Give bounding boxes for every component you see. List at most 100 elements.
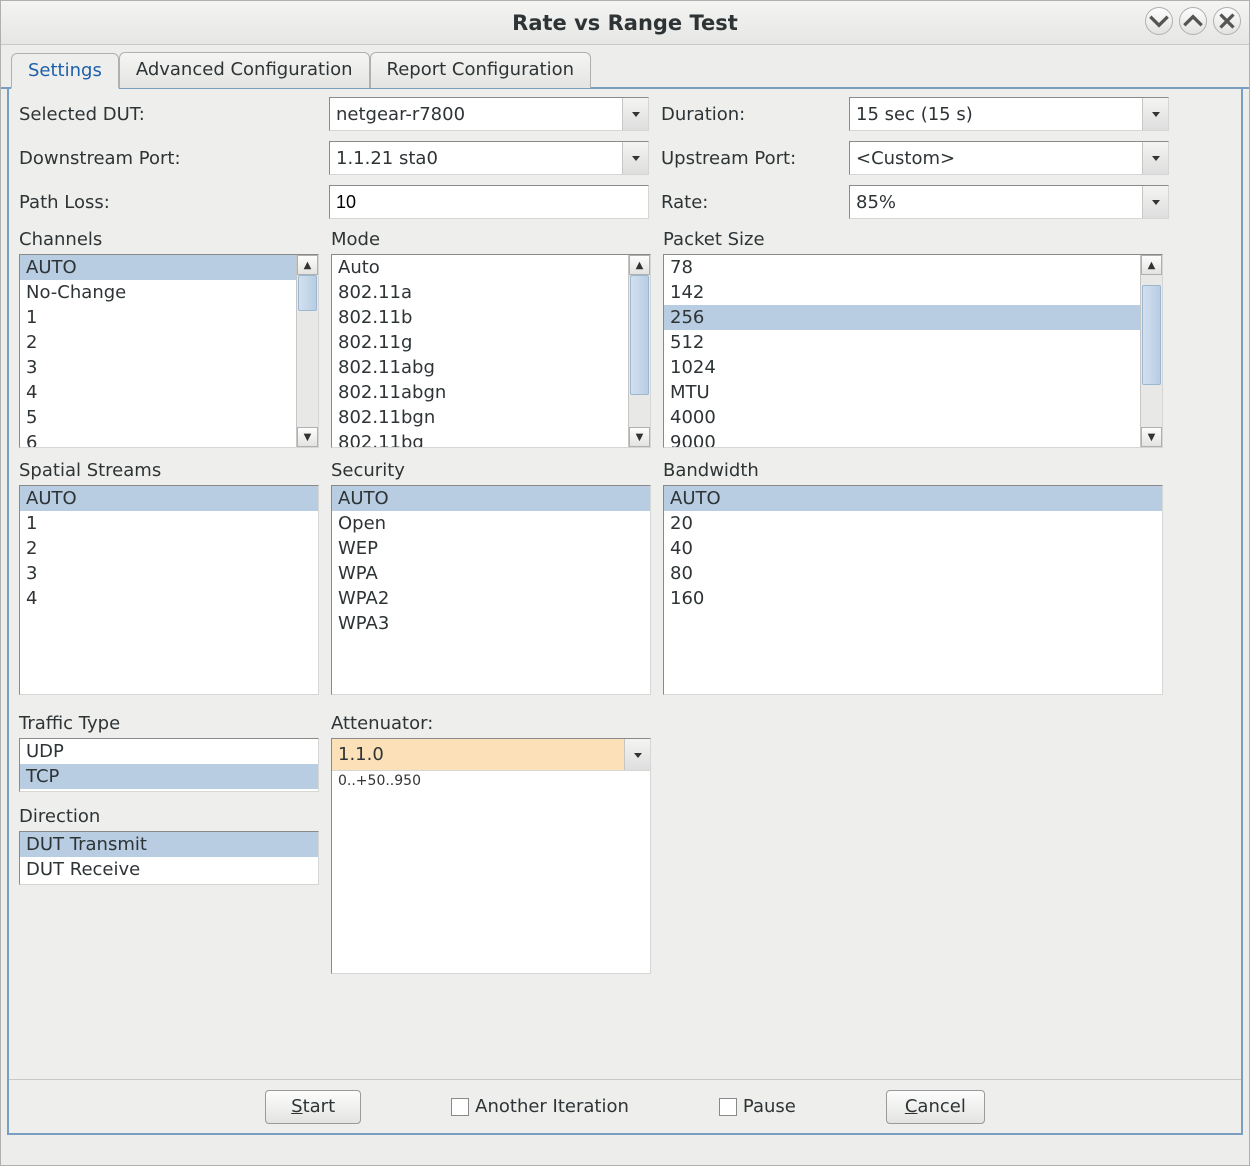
duration-value: 15 sec (15 s) [850,104,1142,125]
list-item[interactable]: 40 [664,536,1162,561]
security-label: Security [331,460,651,481]
scroll-up-icon[interactable]: ▲ [297,255,318,275]
scroll-down-icon[interactable]: ▼ [629,427,650,447]
list-item[interactable]: 160 [664,586,1162,611]
scroll-up-icon[interactable]: ▲ [629,255,650,275]
scrollbar[interactable]: ▲ ▼ [296,255,318,447]
pause-label: Pause [743,1096,796,1117]
downstream-port-label: Downstream Port: [19,148,329,169]
list-item[interactable]: DUT Receive [20,857,318,882]
path-loss-input[interactable] [329,185,649,219]
list-item[interactable]: 1 [20,305,318,330]
bandwidth-listbox[interactable]: AUTO204080160 [663,485,1163,695]
list-item[interactable]: 9000 [664,430,1162,448]
tabs: Settings Advanced Configuration Report C… [1,45,1249,89]
rate-label: Rate: [649,192,849,213]
list-item[interactable]: 512 [664,330,1162,355]
list-item[interactable]: MTU [664,380,1162,405]
list-item[interactable]: 5 [20,405,318,430]
window-buttons [1145,7,1241,35]
list-item[interactable]: 802.11abgn [332,380,650,405]
attenuator-combo[interactable]: 1.1.0 [332,739,650,771]
list-item[interactable]: WEP [332,536,650,561]
cancel-button[interactable]: Cancel [886,1090,985,1124]
list-item[interactable]: DUT Transmit [20,832,318,857]
list-item[interactable]: AUTO [20,486,318,511]
downstream-port-value: 1.1.21 sta0 [330,148,622,169]
list-item[interactable]: UDP [20,739,318,764]
form-grid: Selected DUT: netgear-r7800 Duration: 15… [19,97,1231,219]
list-item[interactable]: 802.11g [332,330,650,355]
list-item[interactable]: 802.11bg [332,430,650,448]
security-listbox[interactable]: AUTOOpenWEPWPAWPA2WPA3 [331,485,651,695]
selected-dut-combo[interactable]: netgear-r7800 [329,97,649,131]
path-loss-field[interactable] [330,186,648,218]
rate-combo[interactable]: 85% [849,185,1169,219]
list-item[interactable]: 20 [664,511,1162,536]
tab-report-configuration[interactable]: Report Configuration [370,52,591,88]
list-item[interactable]: No-Change [20,280,318,305]
upstream-port-label: Upstream Port: [649,148,849,169]
downstream-port-combo[interactable]: 1.1.21 sta0 [329,141,649,175]
footer: Start Another Iteration Pause Cancel [9,1079,1241,1133]
list-item[interactable]: AUTO [20,255,318,280]
list-item[interactable]: 802.11a [332,280,650,305]
list-item[interactable]: 2 [20,330,318,355]
list-item[interactable]: 2 [20,536,318,561]
tab-advanced-configuration[interactable]: Advanced Configuration [119,52,370,88]
upstream-port-combo[interactable]: <Custom> [849,141,1169,175]
list-item[interactable]: Open [332,511,650,536]
window-title: Rate vs Range Test [512,11,738,35]
another-iteration-checkbox[interactable]: Another Iteration [451,1096,629,1117]
list-item[interactable]: AUTO [664,486,1162,511]
duration-label: Duration: [649,104,849,125]
list-item[interactable]: TCP [20,764,318,789]
list-item[interactable]: 4 [20,380,318,405]
scroll-down-icon[interactable]: ▼ [1141,427,1162,447]
list-item[interactable]: AUTO [332,486,650,511]
list-item[interactable]: 802.11bgn [332,405,650,430]
list-item[interactable]: 1024 [664,355,1162,380]
chevron-down-icon [622,142,648,174]
checkbox-icon [719,1098,737,1116]
traffic-type-label: Traffic Type [19,713,319,734]
packet-size-listbox[interactable]: 781422565121024MTU40009000 ▲ ▼ [663,254,1163,448]
scroll-up-icon[interactable]: ▲ [1141,255,1162,275]
list-item[interactable]: WPA [332,561,650,586]
minimize-button[interactable] [1145,7,1173,35]
list-item[interactable]: 78 [664,255,1162,280]
spatial-streams-group: Spatial Streams AUTO1234 [19,460,319,695]
bandwidth-group: Bandwidth AUTO204080160 [663,460,1163,695]
list-item[interactable]: 1 [20,511,318,536]
spatial-streams-listbox[interactable]: AUTO1234 [19,485,319,695]
attenuator-box: 1.1.0 0..+50..950 [331,738,651,974]
attenuator-value: 1.1.0 [332,744,624,765]
mode-listbox[interactable]: Auto802.11a802.11b802.11g802.11abg802.11… [331,254,651,448]
list-item[interactable]: 142 [664,280,1162,305]
direction-listbox[interactable]: DUT TransmitDUT Receive [19,831,319,885]
traffic-type-listbox[interactable]: UDPTCP [19,738,319,792]
close-button[interactable] [1213,7,1241,35]
duration-combo[interactable]: 15 sec (15 s) [849,97,1169,131]
list-item[interactable]: 4000 [664,405,1162,430]
list-item[interactable]: 4 [20,586,318,611]
channels-listbox[interactable]: AUTONo-Change123456 ▲ ▼ [19,254,319,448]
list-item[interactable]: 3 [20,355,318,380]
maximize-button[interactable] [1179,7,1207,35]
scroll-down-icon[interactable]: ▼ [297,427,318,447]
pause-checkbox[interactable]: Pause [719,1096,796,1117]
list-item[interactable]: 3 [20,561,318,586]
list-item[interactable]: 80 [664,561,1162,586]
list-item[interactable]: 802.11b [332,305,650,330]
start-button[interactable]: Start [265,1090,361,1124]
scrollbar[interactable]: ▲ ▼ [628,255,650,447]
list-item[interactable]: WPA3 [332,611,650,636]
scrollbar[interactable]: ▲ ▼ [1140,255,1162,447]
list-item[interactable]: 6 [20,430,318,448]
list-item[interactable]: WPA2 [332,586,650,611]
attenuator-label: Attenuator: [331,713,651,734]
list-item[interactable]: 802.11abg [332,355,650,380]
tab-settings[interactable]: Settings [11,53,119,89]
list-item[interactable]: 256 [664,305,1162,330]
list-item[interactable]: Auto [332,255,650,280]
